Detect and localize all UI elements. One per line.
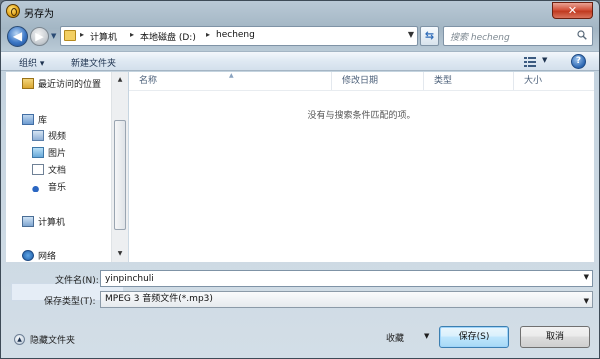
network-icon — [22, 249, 34, 261]
sidebar-item-recent-places[interactable]: 最近访问的位置 — [22, 76, 101, 90]
new-folder-button[interactable]: 新建文件夹 — [71, 56, 116, 69]
sidebar-item-libraries[interactable]: 库 — [22, 112, 47, 126]
help-icon[interactable]: ? — [571, 54, 586, 69]
view-options-icon[interactable] — [524, 57, 536, 67]
collapse-icon: ▲ — [14, 334, 25, 345]
forward-arrow-icon: ▶ — [35, 30, 44, 43]
breadcrumb-hecheng[interactable]: hecheng — [216, 30, 255, 40]
view-dropdown-icon[interactable]: ▼ — [542, 56, 547, 64]
breadcrumb-separator-icon[interactable]: ▸ — [130, 30, 134, 39]
save-button[interactable]: 保存(S) — [439, 326, 509, 348]
sidebar-item-music[interactable]: 音乐 — [32, 179, 66, 193]
search-input[interactable]: 搜索 hecheng — [443, 26, 593, 46]
cancel-button[interactable]: 取消 — [520, 326, 590, 348]
library-icon — [22, 113, 34, 125]
header-divider — [129, 90, 594, 91]
filetype-dropdown-icon[interactable]: ▼ — [584, 294, 589, 309]
sidebar-item-documents[interactable]: 文档 — [32, 162, 66, 176]
window-title: 另存为 — [24, 9, 54, 20]
search-placeholder: 搜索 hecheng — [450, 33, 510, 43]
navigation-scrollbar[interactable]: ▲ ▼ — [111, 72, 128, 262]
filename-field[interactable]: ▼ — [100, 270, 593, 287]
hide-folders-button[interactable]: ▲ 隐藏文件夹 — [14, 333, 75, 346]
filetype-value: MPEG 3 音频文件(*.mp3) — [105, 294, 213, 304]
command-bar: 组织 ▾ 新建文件夹 ▼ ? — [1, 51, 599, 71]
empty-results-message: 没有与搜索条件匹配的项。 — [307, 111, 416, 121]
search-icon — [577, 30, 587, 40]
back-button[interactable]: ◀ — [7, 26, 28, 47]
computer-icon — [22, 215, 34, 227]
tools-menu-button[interactable]: 收藏 — [386, 331, 404, 344]
column-header-type[interactable]: 类型 — [424, 72, 514, 90]
folder-icon — [64, 30, 76, 41]
column-header-date-modified[interactable]: 修改日期 — [332, 72, 424, 90]
filename-dropdown-icon[interactable]: ▼ — [584, 273, 589, 281]
document-icon — [32, 163, 44, 175]
sidebar-item-videos[interactable]: 视频 — [32, 128, 66, 142]
chevron-down-icon: ▼ — [51, 32, 57, 40]
sidebar-item-network[interactable]: 网络 — [22, 248, 56, 262]
filetype-label: 保存类型(T): — [44, 297, 96, 307]
column-header-size[interactable]: 大小 — [514, 72, 594, 90]
address-history-dropdown[interactable]: ▼ — [408, 30, 414, 39]
recent-pages-dropdown[interactable]: ▼ — [51, 31, 59, 41]
organize-menu-button[interactable]: 组织 ▾ — [19, 56, 44, 69]
recent-places-icon — [22, 77, 34, 89]
file-list[interactable]: 名称 修改日期 类型 大小 ▲ 没有与搜索条件匹配的项。 — [129, 72, 594, 262]
scrollbar-thumb[interactable] — [114, 120, 126, 230]
back-arrow-icon: ◀ — [12, 29, 23, 43]
dialog-footer: ▲ 隐藏文件夹 收藏 ▼ 保存(S) 取消 — [1, 317, 599, 358]
filename-label: 文件名(N): — [55, 276, 99, 286]
app-icon — [6, 4, 20, 18]
music-icon — [32, 180, 44, 192]
filename-input[interactable] — [101, 271, 571, 286]
sidebar-item-computer[interactable]: 计算机 — [22, 214, 65, 228]
picture-icon — [32, 146, 44, 158]
filetype-select[interactable]: MPEG 3 音频文件(*.mp3) ▼ — [100, 291, 593, 308]
video-icon — [32, 129, 44, 141]
breadcrumb-local-disk[interactable]: 本地磁盘 (D:) — [140, 30, 196, 43]
refresh-button[interactable]: ⇆ — [420, 26, 439, 46]
address-bar[interactable]: ▸ 计算机 ▸ 本地磁盘 (D:) ▸ hecheng ▼ — [60, 26, 418, 46]
scroll-up-icon[interactable]: ▲ — [112, 72, 128, 88]
refresh-icon: ⇆ — [424, 29, 435, 42]
breadcrumb-separator-icon[interactable]: ▸ — [206, 30, 210, 39]
navigation-pane: 最近访问的位置 库 视频 图片 文档 音乐 计算机 网络 — [6, 72, 128, 301]
sidebar-item-pictures[interactable]: 图片 — [32, 145, 66, 159]
sort-indicator-icon: ▲ — [229, 72, 234, 79]
tools-dropdown-icon[interactable]: ▼ — [424, 332, 429, 340]
scroll-down-icon[interactable]: ▼ — [112, 246, 128, 262]
save-as-dialog: 另存为 ✕ ◀ ▶ ▼ ▸ 计算机 ▸ 本地磁盘 (D:) ▸ hecheng … — [0, 0, 600, 359]
title-bar[interactable]: 另存为 ✕ — [1, 1, 599, 21]
forward-button[interactable]: ▶ — [30, 27, 49, 46]
breadcrumb-separator-icon[interactable]: ▸ — [80, 30, 84, 39]
breadcrumb-computer[interactable]: 计算机 — [90, 30, 117, 43]
close-button[interactable]: ✕ — [552, 2, 593, 19]
